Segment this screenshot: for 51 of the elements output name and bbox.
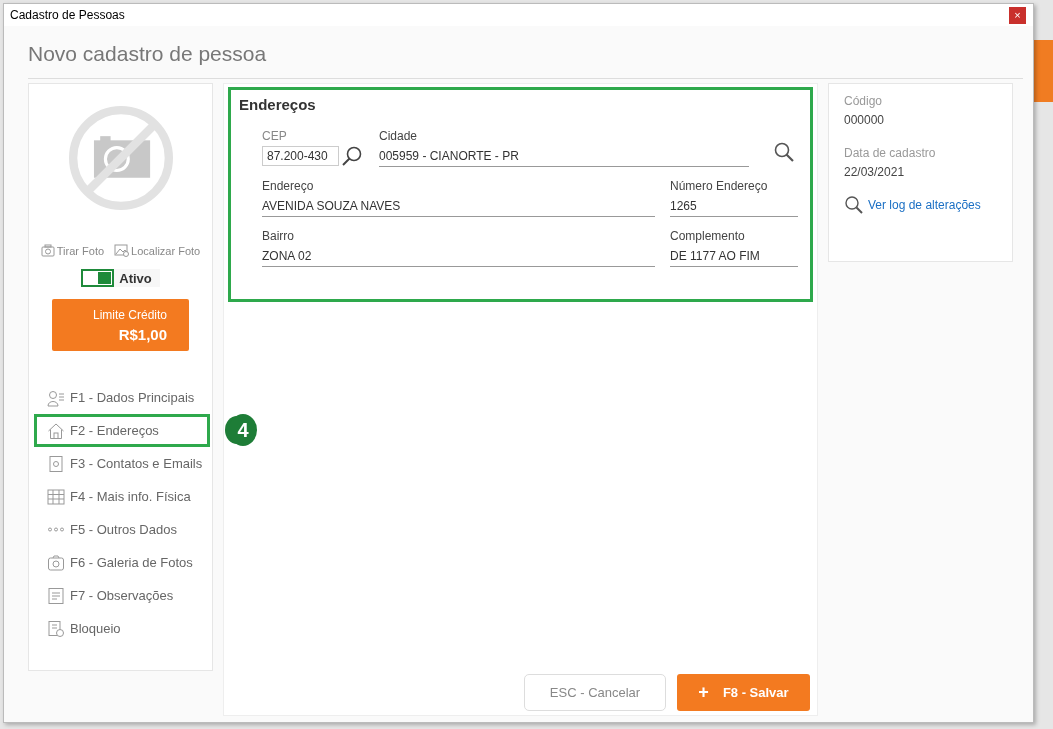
search-icon[interactable] [341,145,363,167]
camera-icon [47,553,65,572]
house-icon [47,421,65,440]
field-label: Complemento [670,229,746,243]
window-title: Cadastro de Pessoas [10,8,125,22]
text-field[interactable]: ZONA 02 [262,247,655,267]
field-label: Número Endereço [670,179,769,193]
take-photo-button[interactable]: Tirar Foto [40,244,105,257]
camera-icon [40,244,55,257]
text-field[interactable]: 1265 [670,197,798,217]
image-icon [114,244,130,257]
document-check-icon [47,619,65,638]
section-title: Endereços [239,96,317,113]
change-log-link[interactable]: Ver log de alterações [868,198,981,212]
cancel-button[interactable]: ESC - Cancelar [524,674,666,711]
search-icon [844,195,864,215]
search-icon[interactable] [773,141,795,163]
field-label: Endereço [262,179,315,193]
info-value: 22/03/2021 [844,165,906,179]
person-list-icon [47,388,65,407]
text-field[interactable]: AVENIDA SOUZA NAVES [262,197,655,217]
credit-label: Limite Crédito [92,307,167,322]
background-window-bar [1032,40,1053,102]
field-label: Cidade [379,129,419,143]
nav-item[interactable]: Bloqueio [34,612,220,645]
status-toggle[interactable] [81,269,115,287]
close-button[interactable]: × [1009,6,1026,24]
nav-item[interactable]: F4 - Mais info. Física [34,480,220,513]
note-icon [47,586,65,605]
text-field[interactable]: DE 1177 AO FIM [670,247,798,267]
contact-card-icon [47,454,65,473]
find-photo-button[interactable]: Localizar Foto [114,244,201,257]
status-label: Ativo [119,270,152,286]
nav-item[interactable]: F2 - Endereços [34,414,210,447]
nav-item[interactable]: F7 - Observações [34,579,220,612]
page-title: Novo cadastro de pessoa [28,26,1023,79]
zip-code-field[interactable]: 87.200-430 [262,146,339,166]
no-photo-icon [68,106,173,210]
field-label: CEP [262,129,288,143]
nav-item[interactable]: F1 - Dados Principais [34,381,220,414]
city-field[interactable]: 005959 - CIANORTE - PR [379,147,749,167]
nav-item[interactable]: F6 - Galeria de Fotos [34,546,220,579]
nav-item[interactable]: F5 - Outros Dados [34,513,220,546]
info-value: 000000 [844,113,886,127]
info-label: Código [844,94,884,108]
nav-item[interactable]: F3 - Contatos e Emails [34,447,220,480]
credit-value: R$1,00 [118,325,167,343]
dots-icon [47,527,65,532]
info-label: Data de cadastro [844,146,937,160]
field-label: Bairro [262,229,295,243]
grid-icon [47,487,65,506]
